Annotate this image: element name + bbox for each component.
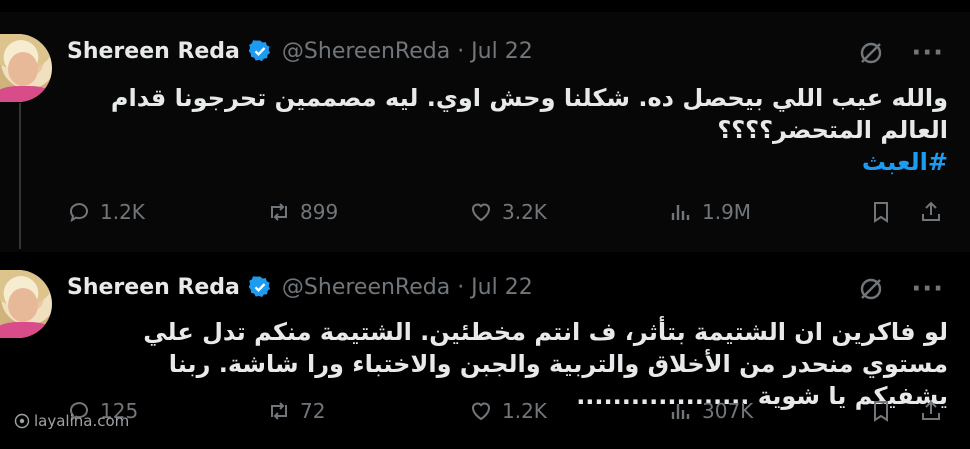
grok-icon[interactable] [857, 275, 885, 303]
bookmark-icon [874, 401, 888, 422]
author-name[interactable]: Shereen Reda [67, 39, 240, 64]
views-count: 1.9M [702, 200, 752, 224]
tweet-top-actions: ··· [857, 274, 944, 304]
like-count: 1.2K [502, 399, 547, 423]
avatar[interactable] [0, 270, 52, 338]
like-icon [471, 203, 491, 222]
more-icon[interactable]: ··· [911, 274, 944, 304]
thread-connector-line [19, 103, 21, 249]
like-count: 3.2K [502, 200, 547, 224]
avatar[interactable] [0, 34, 52, 102]
bookmark-button[interactable] [868, 398, 894, 424]
share-icon [922, 400, 940, 420]
tweet-header: Shereen Reda @ShereenReda · Jul 22 [67, 273, 533, 301]
share-icon [922, 201, 940, 221]
tweet-actions: 1.2K 899 3.2K 1.9M [66, 199, 950, 229]
tweet-body: والله عيب اللي بيحصل ده. شكلنا وحش اوي. … [110, 84, 948, 144]
more-icon[interactable]: ··· [911, 38, 944, 68]
grok-icon[interactable] [857, 39, 885, 67]
watermark-logo-icon [14, 413, 30, 429]
repost-button[interactable]: 899 [266, 199, 338, 225]
bookmark-icon [874, 202, 888, 223]
repost-icon [271, 203, 287, 221]
verified-badge-icon [248, 276, 271, 298]
author-handle-date[interactable]: @ShereenReda · Jul 22 [282, 275, 533, 300]
verified-badge-icon [248, 40, 271, 62]
repost-count: 72 [300, 399, 326, 423]
share-button[interactable] [918, 199, 944, 225]
watermark-text: layalina.com [34, 412, 130, 430]
views-count: 307K [702, 399, 754, 423]
tweet-text: والله عيب اللي بيحصل ده. شكلنا وحش اوي. … [68, 82, 948, 178]
hashtag-link[interactable]: #العبث [68, 146, 948, 178]
like-button[interactable]: 1.2K [468, 398, 547, 424]
views-button[interactable]: 1.9M [668, 199, 751, 225]
tweet-body: لو فاكرين ان الشتيمة بتأثر، ف انتم مخطئي… [143, 318, 948, 410]
views-icon [671, 205, 690, 220]
tweet-top-actions: ··· [857, 38, 944, 68]
like-icon [471, 402, 491, 421]
reply-icon [70, 203, 88, 223]
tweet-actions: 125 72 1.2K 307K [66, 398, 950, 428]
like-button[interactable]: 3.2K [468, 199, 547, 225]
reply-count: 1.2K [100, 200, 145, 224]
tweet-header: Shereen Reda @ShereenReda · Jul 22 [67, 37, 533, 65]
share-button[interactable] [918, 398, 944, 424]
author-handle-date[interactable]: @ShereenReda · Jul 22 [282, 39, 533, 64]
repost-button[interactable]: 72 [266, 398, 325, 424]
reply-button[interactable]: 1.2K [66, 199, 145, 225]
views-button[interactable]: 307K [668, 398, 753, 424]
site-watermark: layalina.com [14, 412, 129, 430]
views-icon [671, 404, 690, 419]
repost-count: 899 [300, 200, 339, 224]
repost-icon [271, 402, 287, 420]
bookmark-button[interactable] [868, 199, 894, 225]
author-name[interactable]: Shereen Reda [67, 275, 240, 300]
